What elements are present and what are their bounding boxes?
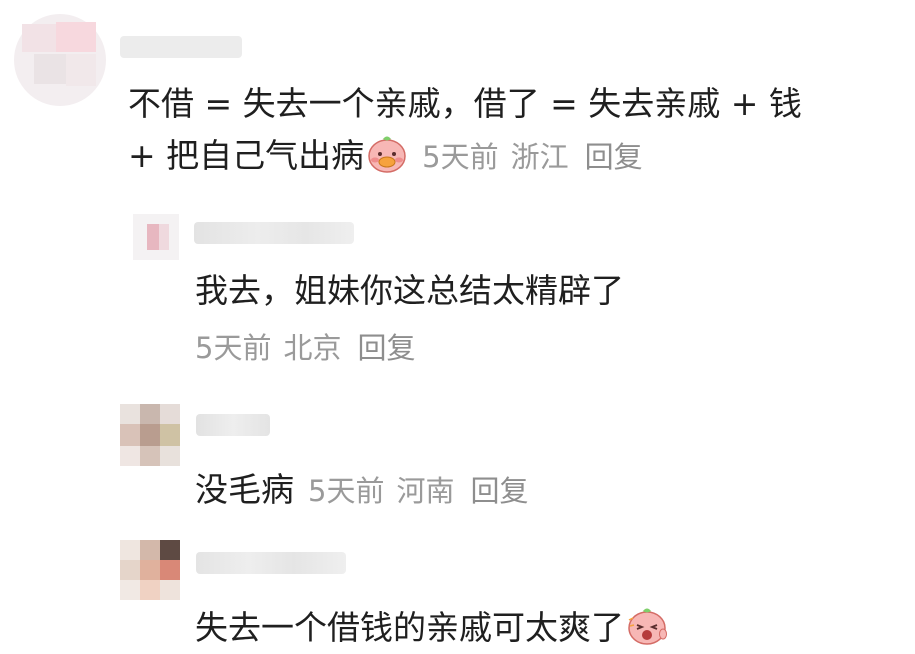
comment-text-continued: + 把自己气出病 5天前 浙江 回复 <box>128 134 643 177</box>
comment-time: 5天前 <box>308 474 385 508</box>
avatar[interactable] <box>133 214 179 260</box>
comment-text: 失去一个借钱的亲戚可太爽了 <box>195 608 624 647</box>
reply-button[interactable]: 回复 <box>585 140 643 174</box>
pig-emoji-icon <box>368 136 406 173</box>
comment-text-with-meta: 没毛病 5天前 河南 回复 <box>195 470 528 511</box>
comment-location: 河南 <box>396 474 455 508</box>
comment-meta: 5天前 北京 回复 <box>195 327 415 368</box>
username-blurred[interactable] <box>196 414 270 436</box>
username-blurred[interactable] <box>194 222 354 244</box>
reply-button[interactable]: 回复 <box>470 474 528 508</box>
comment-location: 北京 <box>283 331 342 365</box>
avatar[interactable] <box>120 404 180 466</box>
comment-text: 没毛病 <box>195 470 294 509</box>
username-blurred[interactable] <box>120 36 242 58</box>
comment-time: 5天前 <box>195 331 272 365</box>
comment-time: 5天前 <box>422 140 499 174</box>
comment-text: 不借 = 失去一个亲戚，借了 = 失去亲戚 + 钱 <box>128 84 802 123</box>
avatar[interactable] <box>14 14 106 106</box>
comment-text: 我去，姐妹你这总结太精辟了 <box>195 271 624 310</box>
comment-location: 浙江 <box>510 140 569 174</box>
avatar[interactable] <box>120 540 180 600</box>
comment-text-with-emoji: 失去一个借钱的亲戚可太爽了 <box>195 606 668 648</box>
pig-emoji-icon <box>628 608 667 645</box>
comment-text-line2: + 把自己气出病 <box>128 136 365 175</box>
username-blurred[interactable] <box>196 552 346 574</box>
reply-button[interactable]: 回复 <box>357 331 415 365</box>
